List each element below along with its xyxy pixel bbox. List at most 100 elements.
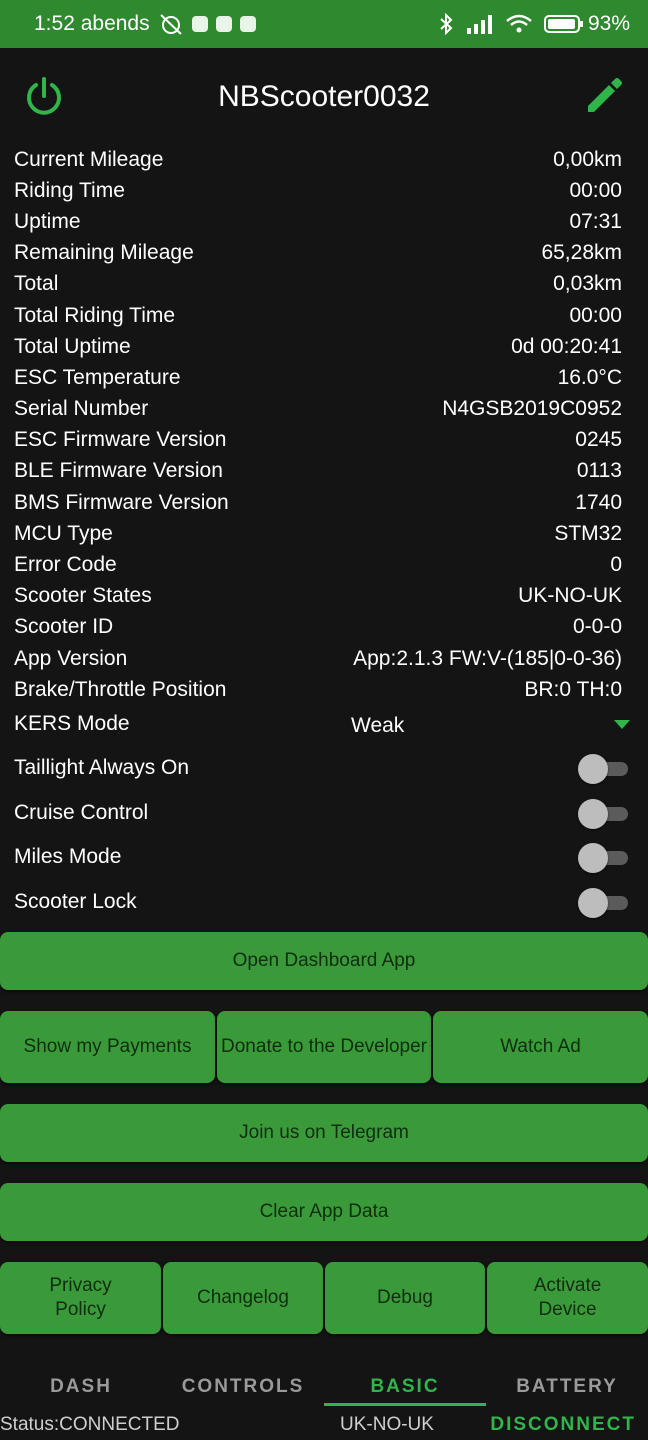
info-label: Total Uptime (14, 334, 131, 358)
info-label: BLE Firmware Version (14, 459, 223, 483)
telegram-button[interactable]: Join us on Telegram (0, 1104, 648, 1162)
info-row: Riding Time 00:00 (14, 175, 622, 206)
tab-controls[interactable]: CONTROLS (162, 1366, 324, 1410)
page-title: NBScooter0032 (218, 80, 430, 113)
system-status-bar: 1:52 abends 93% (0, 0, 648, 48)
show-payments-button[interactable]: Show my Payments (0, 1011, 215, 1083)
tab-dash[interactable]: DASH (0, 1366, 162, 1410)
info-value: 0113 (576, 459, 622, 483)
bottom-tab-bar: DASH CONTROLS BASIC BATTERY (0, 1366, 648, 1410)
miles-mode-switch[interactable] (578, 842, 630, 874)
donate-button[interactable]: Donate to the Developer (217, 1011, 431, 1083)
changelog-button[interactable]: Changelog (163, 1262, 323, 1334)
battery-indicator: 93% (543, 12, 630, 36)
app-header: NBScooter0032 (0, 48, 648, 146)
info-row: Uptime 07:31 (14, 206, 622, 237)
info-value: N4GSB2019C0952 (442, 397, 622, 421)
info-label: Error Code (14, 553, 117, 577)
tab-basic[interactable]: BASIC (324, 1366, 486, 1410)
info-value: 0,00km (553, 147, 622, 171)
info-label: BMS Firmware Version (14, 490, 229, 514)
info-row: Current Mileage 0,00km (14, 144, 622, 175)
clock: 1:52 abends (34, 12, 150, 35)
info-value: 0-0-0 (572, 615, 622, 639)
info-row: MCU Type STM32 (14, 518, 622, 549)
kers-mode-label: KERS Mode (14, 712, 130, 735)
info-value: 0,03km (553, 272, 622, 296)
toggle-label: Taillight Always On (14, 756, 190, 780)
scooter-info-list: Current Mileage 0,00km Riding Time 00:00 U… (14, 144, 622, 705)
info-value: 16.0°C (557, 365, 622, 389)
disconnect-button[interactable]: DISCONNECT (490, 1414, 636, 1436)
info-label: Scooter ID (14, 615, 114, 639)
info-row: Total Uptime 0d 00:20:41 (14, 331, 622, 362)
connection-footer: Status:CONNECTED UK-NO-UK DISCONNECT (0, 1410, 648, 1440)
messenger-icon (215, 16, 232, 32)
info-row: BMS Firmware Version 1740 (14, 487, 622, 518)
info-value: STM32 (554, 521, 622, 545)
toggle-row-taillight: Taillight Always On (14, 746, 634, 791)
shield-app-icon (239, 16, 256, 32)
info-row: Total Riding Time 00:00 (14, 300, 622, 331)
connection-status: Status:CONNECTED (0, 1414, 180, 1435)
info-value: 00:00 (569, 178, 622, 202)
signal-icon (466, 15, 492, 34)
info-label: Total (14, 272, 59, 296)
clear-app-data-button[interactable]: Clear App Data (0, 1183, 648, 1241)
info-label: Total Riding Time (14, 303, 176, 327)
info-row: Remaining Mileage 65,28km (14, 238, 622, 269)
tab-battery[interactable]: BATTERY (486, 1366, 648, 1410)
info-value: 1740 (575, 490, 622, 514)
info-value: App:2.1.3 FW:V-(185|0-0-36) (353, 646, 622, 670)
info-label: Scooter States (14, 584, 152, 608)
info-row: Error Code 0 (14, 549, 622, 580)
settings-toggles: Taillight Always On Cruise Control Miles… (14, 746, 634, 924)
info-label: ESC Temperature (14, 365, 181, 389)
taillight-switch[interactable] (578, 753, 630, 785)
info-label: App Version (14, 646, 128, 670)
scooter-lock-switch[interactable] (578, 887, 630, 918)
toggle-row-miles-mode: Miles Mode (14, 835, 634, 880)
info-row: Scooter States UK-NO-UK (14, 581, 622, 612)
info-value: 65,28km (541, 241, 622, 265)
info-label: MCU Type (14, 521, 113, 545)
open-dashboard-button[interactable]: Open Dashboard App (0, 932, 648, 990)
alarm-off-icon (159, 14, 182, 35)
wifi-icon (506, 14, 532, 33)
info-row: Total 0,03km (14, 269, 622, 300)
toggle-label: Scooter Lock (14, 889, 137, 913)
info-label: Remaining Mileage (14, 241, 194, 265)
power-icon[interactable] (24, 76, 64, 116)
info-row: BLE Firmware Version 0113 (14, 456, 622, 487)
scooter-state: UK-NO-UK (340, 1414, 434, 1435)
watch-ad-button[interactable]: Watch Ad (433, 1011, 648, 1083)
debug-button[interactable]: Debug (325, 1262, 485, 1334)
info-value: UK-NO-UK (518, 584, 622, 608)
info-label: Current Mileage (14, 147, 164, 171)
info-label: ESC Firmware Version (14, 428, 227, 452)
info-label: Serial Number (14, 397, 149, 421)
activate-device-button[interactable]: Activate Device (487, 1262, 648, 1334)
privacy-policy-button[interactable]: Privacy Policy (0, 1262, 161, 1334)
toggle-label: Miles Mode (14, 845, 122, 869)
info-label: Riding Time (14, 178, 125, 202)
info-value: BR:0 TH:0 (524, 677, 622, 701)
info-row: ESC Temperature 16.0°C (14, 362, 622, 393)
whatsapp-icon (191, 16, 208, 32)
pencil-icon[interactable] (584, 76, 624, 116)
toggle-row-scooter-lock: Scooter Lock (14, 880, 634, 925)
info-value: 07:31 (569, 209, 622, 233)
info-value: 0245 (575, 428, 622, 452)
info-value: 0d 00:20:41 (511, 334, 622, 358)
info-row: App Version App:2.1.3 FW:V-(185|0-0-36) (14, 643, 622, 674)
info-label: Uptime (14, 209, 81, 233)
battery-percent: 93% (587, 12, 630, 35)
dropdown-arrow-icon[interactable] (614, 720, 630, 729)
cruise-control-switch[interactable] (578, 798, 630, 829)
info-value: 0 (610, 553, 622, 577)
toggle-row-cruise-control: Cruise Control (14, 791, 634, 836)
kers-mode-select[interactable]: Weak (351, 714, 404, 738)
kers-mode-row: KERS Mode Weak (14, 706, 634, 742)
info-value: 00:00 (569, 303, 622, 327)
bluetooth-icon (440, 13, 453, 35)
